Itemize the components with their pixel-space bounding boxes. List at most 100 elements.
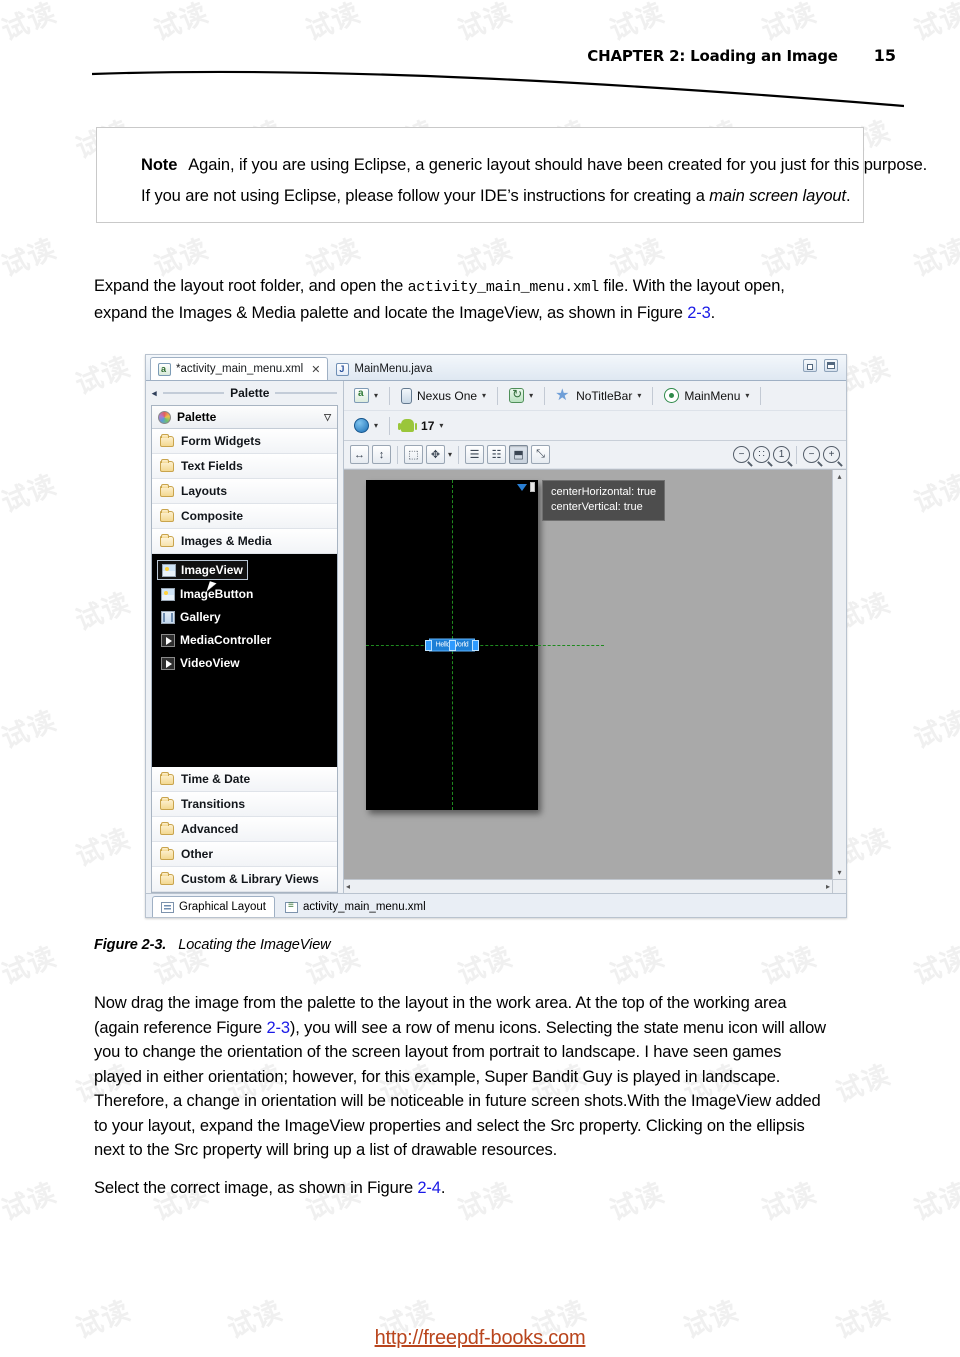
drag-line-7: next to the Src property will bring up a… bbox=[94, 1141, 558, 1159]
toolbar-activity-selector[interactable]: MainMenu ▾ bbox=[660, 386, 753, 405]
folder-icon bbox=[160, 821, 174, 835]
device-preview[interactable]: Hello World bbox=[366, 480, 604, 810]
close-icon[interactable]: ✕ bbox=[311, 363, 320, 376]
chevron-down-icon[interactable]: ▽ bbox=[324, 412, 331, 423]
maximize-icon[interactable] bbox=[824, 359, 838, 372]
palette-widget-label-2: Gallery bbox=[180, 610, 221, 624]
mediacontroller-icon bbox=[161, 633, 175, 647]
palette-category-transitions[interactable]: Transitions bbox=[152, 792, 337, 817]
editor-tab-mainmenu-java[interactable]: J MainMenu.java bbox=[328, 357, 440, 380]
resize-handle-left[interactable] bbox=[425, 639, 432, 651]
palette-category-label-7: Advanced bbox=[181, 822, 239, 836]
chevron-down-icon[interactable]: ▾ bbox=[529, 391, 533, 400]
folder-icon bbox=[160, 508, 174, 522]
toolbar-device-selector[interactable]: Nexus One ▾ bbox=[397, 386, 490, 406]
palette-view-titlebar: ◂ Palette bbox=[146, 381, 343, 405]
layout-canvas[interactable]: Hello World centerHorizontal: true cente… bbox=[344, 469, 846, 893]
palette-widget-label-4: VideoView bbox=[180, 656, 240, 670]
chevron-down-icon[interactable]: ▾ bbox=[439, 421, 443, 430]
palette-category-label-1: Text Fields bbox=[181, 459, 243, 473]
chevron-down-icon[interactable]: ▾ bbox=[637, 391, 641, 400]
chevron-down-icon[interactable]: ▾ bbox=[448, 450, 452, 459]
chevron-down-icon[interactable]: ▾ bbox=[745, 391, 749, 400]
zoom-fit-button[interactable]: ∷ bbox=[753, 446, 770, 463]
scroll-right-arrow-icon[interactable]: ▸ bbox=[826, 882, 830, 891]
palette-widget-imageview[interactable]: ImageView bbox=[157, 560, 248, 580]
editor-toolbar-row-3: ↔ ↕ ⬚ ✥ ▾ ☰ ☷ ⬒ ⤡ − ∷ 1 − + bbox=[344, 441, 846, 469]
footer-url[interactable]: http://freepdf-books.com bbox=[0, 1327, 960, 1350]
chevron-down-icon[interactable]: ▾ bbox=[482, 391, 486, 400]
zoom-controls: − ∷ 1 − + bbox=[733, 445, 840, 464]
palette-category-time-and-date[interactable]: Time & Date bbox=[152, 767, 337, 792]
canvas-vertical-scrollbar[interactable]: ▴ ▾ bbox=[832, 470, 846, 879]
align-horizontal-button[interactable]: ☰ bbox=[465, 445, 485, 464]
canvas-horizontal-scrollbar[interactable]: ◂ ▸ bbox=[344, 879, 832, 893]
resize-handle-center[interactable] bbox=[448, 639, 456, 651]
minimize-icon[interactable] bbox=[803, 359, 817, 372]
palette-category-text-fields[interactable]: Text Fields bbox=[152, 454, 337, 479]
figure-xref-2-3-b[interactable]: 2-3 bbox=[267, 1019, 291, 1037]
palette-widget-gallery[interactable]: Gallery bbox=[157, 608, 225, 626]
editor-tab-strip: a *activity_main_menu.xml ✕ J MainMenu.j… bbox=[146, 355, 846, 381]
imagebutton-icon bbox=[161, 587, 175, 601]
scroll-up-arrow-icon[interactable]: ▴ bbox=[837, 472, 841, 481]
resize-handle-right[interactable] bbox=[472, 639, 479, 651]
drag-text-b: ), you will see a row of menu icons. Sel… bbox=[289, 1018, 826, 1037]
zoom-out-full-button[interactable]: − bbox=[733, 446, 750, 463]
palette-header: Palette ▽ bbox=[152, 406, 337, 429]
toolbar-orientation-selector[interactable]: ▾ bbox=[505, 386, 537, 405]
palette-category-layouts[interactable]: Layouts bbox=[152, 479, 337, 504]
palette-widget-videoview[interactable]: VideoView bbox=[157, 654, 244, 672]
scroll-down-arrow-icon[interactable]: ▾ bbox=[837, 868, 841, 877]
toolbar-device-label: Nexus One bbox=[417, 388, 478, 403]
palette-category-other[interactable]: Other bbox=[152, 842, 337, 867]
tab-graphical-layout[interactable]: Graphical Layout bbox=[152, 896, 275, 917]
globe-icon bbox=[354, 418, 369, 433]
palette-widget-label-0: ImageView bbox=[181, 563, 243, 577]
gravity-button[interactable]: ⬒ bbox=[509, 445, 529, 464]
toolbar-locale-selector[interactable]: ▾ bbox=[350, 416, 382, 435]
margins-button[interactable]: ⬚ bbox=[404, 445, 423, 464]
distribute-button[interactable]: ✥ bbox=[426, 445, 445, 464]
toolbar-configuration-button[interactable]: ▾ bbox=[350, 386, 382, 405]
tab-xml-source[interactable]: activity_main_menu.xml bbox=[276, 896, 435, 917]
select-text-a: Select the correct image, as shown in Fi… bbox=[94, 1179, 418, 1197]
chevron-down-icon[interactable]: ▾ bbox=[374, 421, 378, 430]
palette-category-custom-and-library-views[interactable]: Custom & Library Views bbox=[152, 867, 337, 892]
paragraph-select: Select the correct image, as shown in Fi… bbox=[94, 1176, 884, 1201]
scroll-left-arrow-icon[interactable]: ◂ bbox=[346, 882, 350, 891]
figure-body: ◂ Palette Palette ▽ Form Widgets Text Fi… bbox=[146, 381, 846, 893]
toolbar-theme-selector[interactable]: NoTitleBar ▾ bbox=[552, 385, 645, 405]
chevron-left-icon[interactable]: ◂ bbox=[152, 388, 157, 399]
java-file-icon: J bbox=[336, 362, 350, 376]
align-vertical-button[interactable]: ☷ bbox=[487, 445, 507, 464]
toolbar-separator bbox=[458, 445, 460, 464]
match-parent-button[interactable]: ⤡ bbox=[531, 445, 551, 464]
palette-panel: Palette ▽ Form Widgets Text Fields Layou… bbox=[151, 405, 338, 893]
paragraph-drag: Now drag the image from the palette to t… bbox=[94, 991, 884, 1163]
toolbar-separator bbox=[389, 386, 391, 405]
toolbar-api-level-selector[interactable]: 17 ▾ bbox=[397, 417, 447, 435]
zoom-100-button[interactable]: 1 bbox=[773, 446, 790, 463]
selected-textview[interactable]: Hello World bbox=[425, 638, 479, 652]
palette-category-advanced[interactable]: Advanced bbox=[152, 817, 337, 842]
figure-xref-2-3[interactable]: 2-3 bbox=[687, 304, 711, 322]
note-text-2b: . bbox=[845, 187, 851, 205]
folder-icon bbox=[160, 433, 174, 447]
note-label: Note bbox=[141, 156, 178, 174]
fit-width-button[interactable]: ↔ bbox=[350, 445, 369, 464]
figure-xref-2-4[interactable]: 2-4 bbox=[417, 1179, 441, 1197]
palette-category-composite[interactable]: Composite bbox=[152, 504, 337, 529]
palette-category-form-widgets[interactable]: Form Widgets bbox=[152, 429, 337, 454]
palette-category-images-and-media[interactable]: Images & Media bbox=[152, 529, 337, 554]
editor-tab-activity-main-menu-xml[interactable]: a *activity_main_menu.xml ✕ bbox=[150, 357, 329, 380]
fit-height-button[interactable]: ↕ bbox=[372, 445, 391, 464]
palette-category-label-4: Images & Media bbox=[181, 534, 272, 548]
palette-widget-label-1: ImageButton bbox=[180, 587, 254, 601]
palette-widget-area: ImageView ImageButton Gallery MediaContr… bbox=[152, 554, 337, 767]
layout-editor-column: ▾ Nexus One ▾ ▾ bbox=[344, 381, 846, 893]
palette-widget-mediacontroller[interactable]: MediaController bbox=[157, 631, 275, 649]
zoom-out-button[interactable]: − bbox=[803, 446, 820, 463]
chevron-down-icon[interactable]: ▾ bbox=[374, 391, 378, 400]
zoom-in-button[interactable]: + bbox=[823, 446, 840, 463]
